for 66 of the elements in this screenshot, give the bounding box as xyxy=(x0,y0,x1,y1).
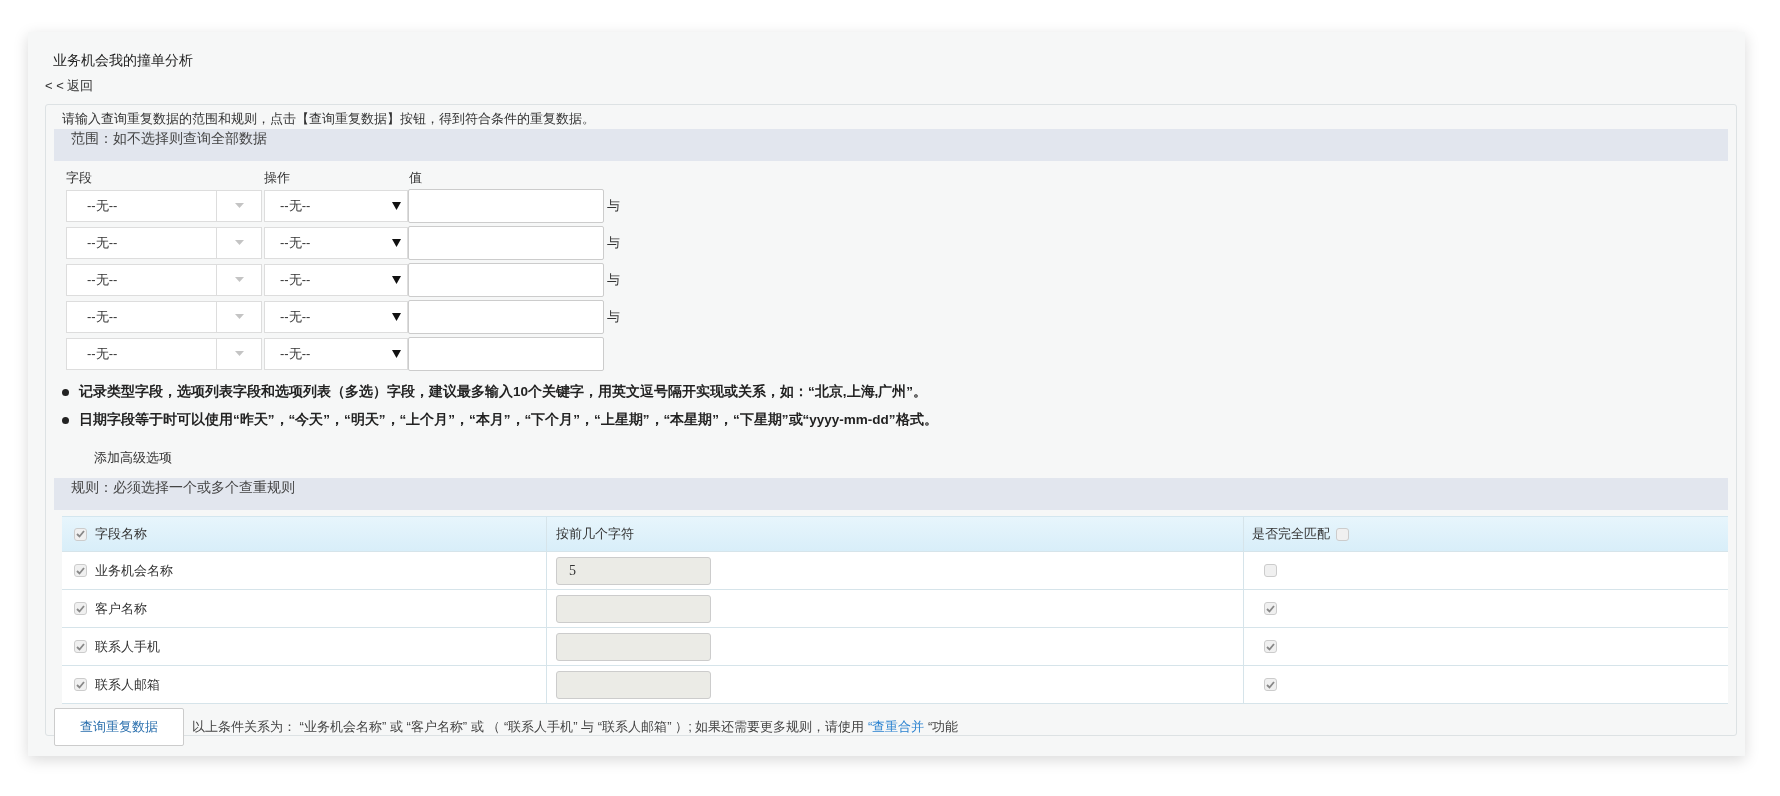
merge-link[interactable]: “查重合并 xyxy=(868,719,925,734)
caret-icon xyxy=(234,203,244,208)
query-button[interactable]: 查询重复数据 xyxy=(54,708,184,746)
checkbox[interactable] xyxy=(1336,527,1349,541)
bullet-icon xyxy=(62,388,69,396)
prefix-input[interactable]: 5 xyxy=(556,556,711,585)
field-name: 业务机会名称 xyxy=(95,561,173,580)
connector-label: 与 xyxy=(607,196,620,215)
operator-select[interactable]: --无-- xyxy=(264,263,408,296)
checkbox[interactable] xyxy=(1264,564,1277,577)
checkbox[interactable] xyxy=(1264,602,1277,615)
column-label: 值 xyxy=(409,169,422,187)
caret-icon xyxy=(392,201,401,210)
field-name: 联系人手机 xyxy=(95,637,160,656)
value-input[interactable] xyxy=(408,225,604,260)
advanced-options-link[interactable]: 添加高级选项 xyxy=(94,448,172,468)
operator-select[interactable]: --无-- xyxy=(264,337,408,370)
value-input[interactable] xyxy=(408,262,604,297)
caret-icon xyxy=(234,314,244,319)
column-label: 操作 xyxy=(264,169,291,187)
caret-icon xyxy=(392,312,401,321)
note-text: 记录类型字段，选项列表字段和选项列表（多选）字段，建议最多输入10个关键字，用英文逗号隔开实现或关系，如：“北京,上海,广州”。 xyxy=(79,383,928,401)
caret-icon xyxy=(234,277,244,282)
checkbox[interactable] xyxy=(74,640,87,653)
field-select[interactable]: --无-- xyxy=(66,263,262,296)
checkbox[interactable] xyxy=(1264,640,1277,653)
operator-select[interactable]: --无-- xyxy=(264,189,408,222)
back-link[interactable]: < < 返回 xyxy=(45,76,94,96)
caret-icon xyxy=(392,275,401,284)
value-input[interactable] xyxy=(408,188,604,223)
field-select[interactable]: --无-- xyxy=(66,337,262,370)
prefix-input[interactable] xyxy=(556,594,711,623)
column-header: 按前几个字符 xyxy=(556,525,634,543)
column-header: 是否完全匹配 xyxy=(1252,525,1330,543)
field-name: 客户名称 xyxy=(95,599,147,618)
condition-summary: 以上条件关系为： “业务机会名称” 或 “客户名称” 或 （ “联系人手机” 与 “联系人邮箱” ）; 如果还需要更多规则，请使用 “查重合并 “功能 xyxy=(192,718,959,736)
value-input[interactable] xyxy=(408,336,604,371)
caret-icon xyxy=(392,349,401,358)
checkbox[interactable] xyxy=(1264,678,1277,691)
checkbox[interactable] xyxy=(74,527,87,541)
checkbox[interactable] xyxy=(74,564,87,577)
section-header: 规则：必须选择一个或多个查重规则 xyxy=(54,478,1728,510)
page-title: 业务机会我的撞单分析 xyxy=(53,51,194,70)
caret-icon xyxy=(234,240,244,245)
operator-select[interactable]: --无-- xyxy=(264,300,408,333)
intro-text: 请输入查询重复数据的范围和规则，点击【查询重复数据】按钮，得到符合条件的重复数据。 xyxy=(61,110,596,128)
field-select[interactable]: --无-- xyxy=(66,226,262,259)
caret-icon xyxy=(392,238,401,247)
prefix-input[interactable] xyxy=(556,670,711,699)
field-name: 联系人邮箱 xyxy=(95,675,160,694)
checkbox[interactable] xyxy=(74,678,87,691)
checkbox[interactable] xyxy=(74,602,87,615)
value-input[interactable] xyxy=(408,299,604,334)
field-select[interactable]: --无-- xyxy=(66,300,262,333)
prefix-input[interactable] xyxy=(556,632,711,661)
connector-label: 与 xyxy=(607,307,620,326)
column-header: 字段名称 xyxy=(95,525,147,543)
column-label: 字段 xyxy=(66,169,93,187)
connector-label: 与 xyxy=(607,270,620,289)
section-header: 范围：如不选择则查询全部数据 xyxy=(54,129,1728,161)
field-select[interactable]: --无-- xyxy=(66,189,262,222)
connector-label: 与 xyxy=(607,233,620,252)
caret-icon xyxy=(234,351,244,356)
operator-select[interactable]: --无-- xyxy=(264,226,408,259)
note-text: 日期字段等于时可以使用“昨天”，“今天”，“明天”，“上个月”，“本月”，“下个月”，“上星期”，“本星期”，“下星期”或“yyyy-mm-dd”格式。 xyxy=(79,411,938,429)
bullet-icon xyxy=(62,416,69,424)
